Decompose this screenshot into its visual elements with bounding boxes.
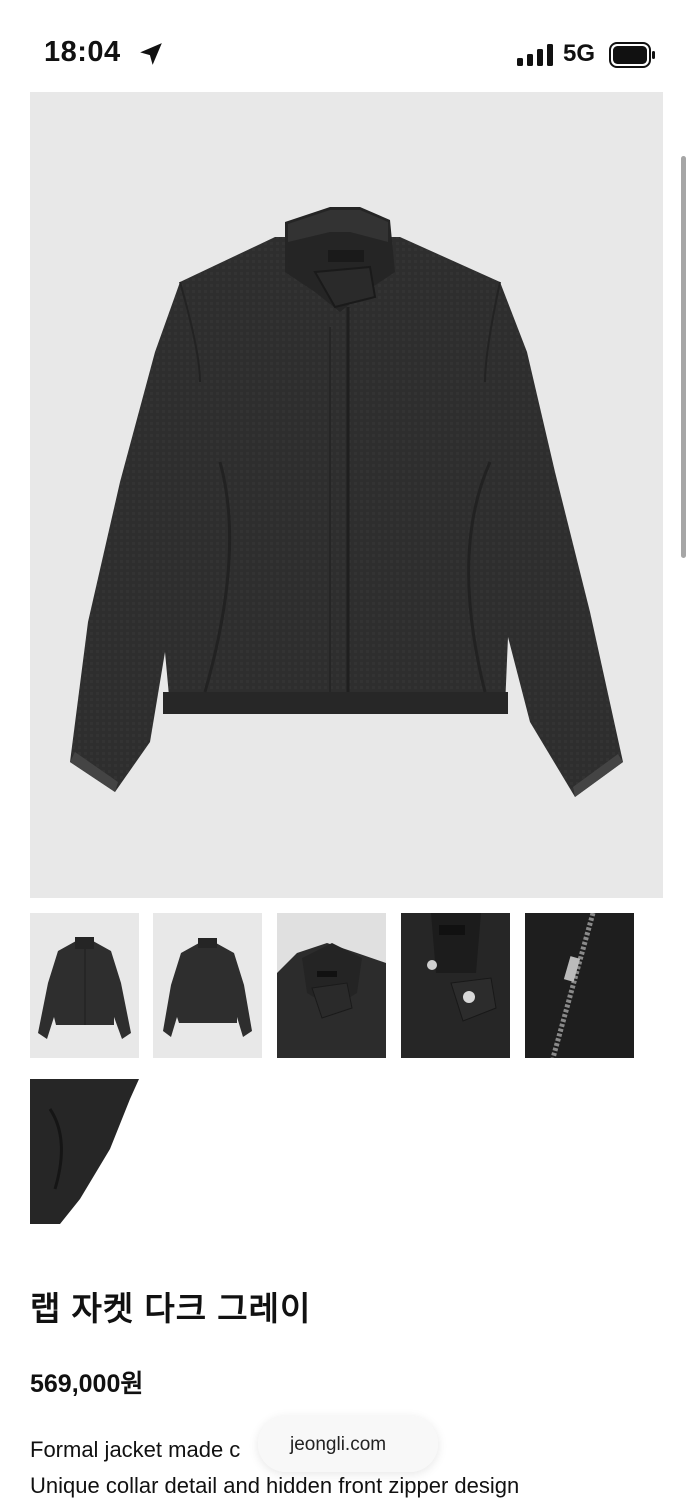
product-main-image[interactable] — [30, 92, 663, 898]
product-title: 랩 자켓 다크 그레이 — [30, 1290, 312, 1327]
thumbnail-back-view[interactable] — [153, 913, 262, 1058]
product-description-line-2: Unique collar detail and hidden front zi… — [30, 1473, 520, 1498]
signal-bars-icon — [517, 44, 553, 66]
network-type: 5G — [563, 40, 596, 67]
thumbnail-button-detail[interactable] — [401, 913, 510, 1058]
thumbnail-front-view[interactable] — [30, 913, 139, 1058]
thumbnail-image — [30, 1079, 139, 1224]
thumbnail-image — [38, 937, 131, 1039]
scrollbar[interactable] — [681, 156, 686, 558]
thumbnail-image — [401, 913, 510, 1058]
status-bar: 18:04 5G — [0, 0, 693, 92]
location-arrow-icon — [140, 43, 162, 65]
domain-label: jeongli.com — [290, 1434, 387, 1455]
thumbnail-image — [277, 943, 386, 1058]
jacket-illustration — [70, 207, 623, 797]
thumbnail-zipper-detail[interactable] — [525, 913, 634, 1058]
thumbnail-collar-detail[interactable] — [277, 913, 386, 1058]
product-price: 569,000원 — [30, 1370, 144, 1398]
browser-url-pill[interactable]: jeongli.com — [258, 1416, 438, 1472]
thumbnail-image — [525, 913, 634, 1058]
thumbnail-hem-detail[interactable] — [30, 1079, 139, 1224]
status-time: 18:04 — [44, 36, 121, 68]
thumbnail-image — [163, 938, 252, 1037]
battery-icon — [609, 42, 655, 68]
product-description-line-1: Formal jacket made c — [30, 1437, 241, 1462]
